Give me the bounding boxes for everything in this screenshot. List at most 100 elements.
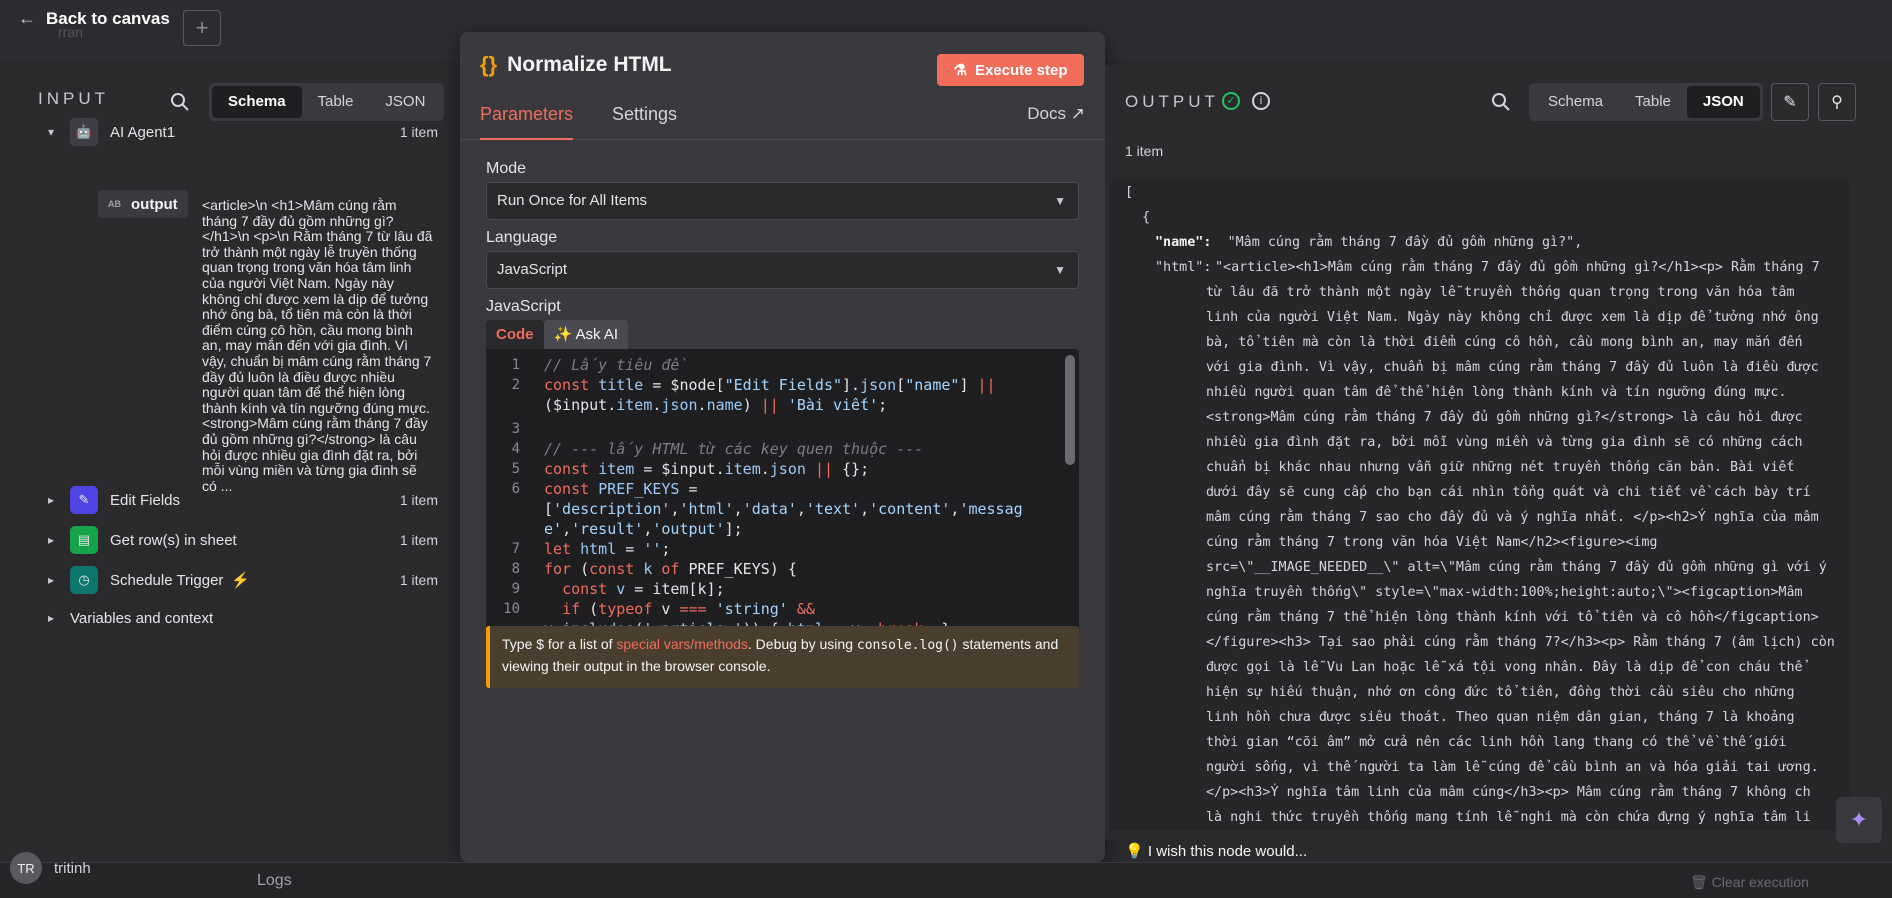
tree-node-get-rows[interactable]: ▸ ▤ Get row(s) in sheet 1 item: [48, 525, 458, 555]
clear-execution-button[interactable]: 🗑 Clear execution: [1690, 874, 1809, 891]
json-html-line: "<article><h1>Mâm cúng rằm tháng 7 đầy đ…: [1215, 260, 1820, 275]
output-field-value: <article>\n <h1>Mâm cúng rằm tháng 7 đầy…: [202, 197, 433, 494]
hint-text: Type $ for a list of: [502, 636, 617, 652]
back-label: Back to canvas: [46, 8, 170, 28]
arrow-left-icon: ←: [18, 8, 36, 28]
sparkle-icon: ✨: [553, 326, 576, 343]
string-type-icon: AB: [108, 199, 121, 209]
item-count: 1 item: [399, 532, 438, 548]
docs-link[interactable]: Docs ↗: [1027, 104, 1085, 124]
external-link-icon: ↗: [1070, 104, 1085, 123]
editor-scrollbar[interactable]: [1065, 355, 1075, 465]
back-to-canvas-button[interactable]: ← Back to canvas: [18, 8, 170, 29]
input-view-json[interactable]: JSON: [369, 86, 441, 118]
node-label: Variables and context: [70, 609, 214, 627]
sparkle-icon: ✦: [1849, 807, 1869, 832]
tab-ask-ai[interactable]: ✨ Ask AI: [543, 320, 629, 349]
json-html-line: <strong>Mâm cúng rằm tháng 7 đầy đủ gồm …: [1206, 410, 1803, 425]
mode-value: Run Once for All Items: [497, 192, 648, 209]
tree-node-variables[interactable]: ▸ Variables and context: [48, 603, 458, 633]
node-label: Edit Fields: [110, 491, 181, 509]
output-view-table[interactable]: Table: [1619, 86, 1687, 118]
avatar: TR: [10, 852, 42, 884]
json-name-row: "name": "Mâm cúng rằm tháng 7 đầy đủ gồm…: [1155, 230, 1582, 255]
search-icon[interactable]: [170, 92, 190, 112]
code-field-label: JavaScript: [486, 298, 561, 315]
user-menu[interactable]: TR tritinh: [10, 852, 91, 884]
pin-icon: ⚲: [1831, 94, 1843, 111]
chevron-right-icon: ▸: [48, 611, 55, 625]
node-label: AI Agent1: [110, 123, 176, 141]
json-html-line: từ lâu đã trở thành một ngày lễ truyền t…: [1206, 285, 1795, 300]
output-item-count: 1 item: [1125, 143, 1164, 159]
language-select[interactable]: JavaScript ▼: [486, 251, 1079, 289]
pin-data-button[interactable]: ⚲: [1818, 83, 1856, 121]
node-label: Schedule Trigger: [110, 571, 224, 589]
input-view-schema[interactable]: Schema: [212, 86, 302, 118]
input-view-switcher: Schema Table JSON: [209, 83, 445, 121]
execute-label: Execute step: [974, 61, 1068, 79]
tree-node-edit-fields[interactable]: ▸ ✎ Edit Fields 1 item: [48, 485, 458, 515]
tab-parameters[interactable]: Parameters: [480, 104, 574, 140]
info-icon[interactable]: i: [1252, 92, 1270, 110]
tree-node-schedule-trigger[interactable]: ▸ ◷ Schedule Trigger ⚡ 1 item: [48, 565, 458, 595]
logs-toggle[interactable]: Logs: [257, 872, 292, 890]
feedback-prompt[interactable]: 💡 I wish this node would...: [1125, 842, 1307, 860]
pencil-icon: ✎: [1783, 94, 1797, 111]
user-name: tritinh: [54, 859, 91, 877]
tree-node-ai-agent[interactable]: ▾ 🤖 AI Agent1 1 item: [48, 117, 458, 147]
hint-box: Type $ for a list of special vars/method…: [486, 626, 1079, 688]
search-icon[interactable]: [1491, 92, 1511, 112]
json-html-line: người sống, vì thế người ta làm lễ cúng …: [1206, 760, 1819, 775]
json-html-line: chuẩn bị khác nhau nhưng vẫn giữ những n…: [1206, 460, 1795, 475]
json-html-line: bà, tổ tiên mà còn là thời điểm cúng cô …: [1206, 335, 1803, 350]
output-view-switcher: Schema Table JSON: [1529, 83, 1763, 121]
ai-assistant-button[interactable]: ✦: [1836, 797, 1882, 843]
json-html-line: được gọi là lễ Vu Lan hoặc lễ xá tội von…: [1206, 660, 1803, 675]
docs-label: Docs: [1027, 104, 1067, 123]
json-html-line: nhiều người quan tâm để thể hiện lòng th…: [1206, 385, 1787, 400]
execute-step-button[interactable]: ⚗ Execute step: [937, 54, 1084, 86]
chevron-down-icon: ▾: [48, 125, 55, 139]
dialog-title: {} Normalize HTML: [480, 52, 672, 78]
language-label: Language: [486, 229, 558, 246]
json-html-line: với gia đình. Vì vậy, chuẩn bị mâm cúng …: [1206, 360, 1819, 375]
json-html-line: mâm cúng rằm tháng 7 sao cho đầy đủ và ý…: [1206, 510, 1819, 525]
json-html-line: hiện sự hiếu thuận, nhớ ơn công đức tổ t…: [1206, 685, 1795, 700]
flask-icon: ⚗: [953, 62, 967, 79]
robot-icon: 🤖: [70, 118, 98, 146]
chevron-right-icon: ▸: [48, 533, 55, 547]
json-html-key: "html":: [1155, 260, 1212, 275]
trash-icon: 🗑: [1690, 874, 1712, 890]
json-html-line: linh của người Việt Nam. Ngày này không …: [1206, 310, 1819, 325]
mode-select[interactable]: Run Once for All Items ▼: [486, 182, 1079, 220]
output-view-json[interactable]: JSON: [1686, 86, 1760, 118]
json-html-line: cúng rằm tháng 7 trong văn hóa Việt Nam<…: [1206, 535, 1658, 550]
chevron-right-icon: ▸: [48, 573, 55, 587]
tab-settings[interactable]: Settings: [612, 104, 677, 140]
pencil-icon: ✎: [70, 486, 98, 514]
code-editor[interactable]: 1// Lấy tiêu đề 2 const title = $node["Ed…: [486, 349, 1079, 645]
output-field-badge[interactable]: AB output: [98, 190, 188, 218]
output-view-schema[interactable]: Schema: [1532, 86, 1619, 118]
chevron-right-icon: ▸: [48, 493, 55, 507]
sheet-icon: ▤: [70, 526, 98, 554]
add-button[interactable]: +: [183, 10, 221, 46]
node-label: Get row(s) in sheet: [110, 531, 237, 549]
input-view-table[interactable]: Table: [302, 86, 370, 118]
item-count: 1 item: [399, 492, 438, 508]
clock-icon: ◷: [70, 566, 98, 594]
ask-ai-label: Ask AI: [575, 326, 619, 343]
code-line: ($input.item.json.name) || 'Bài viết';: [544, 396, 888, 414]
json-html-line: nghĩa truyền thống\" style=\"max-width:1…: [1206, 585, 1803, 600]
json-bracket: [: [1125, 185, 1134, 200]
special-vars-link[interactable]: special vars/methods: [616, 636, 748, 652]
tab-code[interactable]: Code: [486, 320, 544, 349]
json-html-line: là nghi thức truyền thống mang tính lễ n…: [1206, 810, 1811, 825]
chevron-down-icon: ▼: [1054, 194, 1066, 208]
item-count: 1 item: [399, 124, 438, 140]
item-count: 1 item: [399, 572, 438, 588]
edit-output-button[interactable]: ✎: [1771, 83, 1809, 121]
node-dialog: {} Normalize HTML ⚗ Execute step Paramet…: [460, 32, 1105, 862]
json-html-line: cúng rằm tháng 7 thể hiện lòng thành kín…: [1206, 610, 1819, 625]
